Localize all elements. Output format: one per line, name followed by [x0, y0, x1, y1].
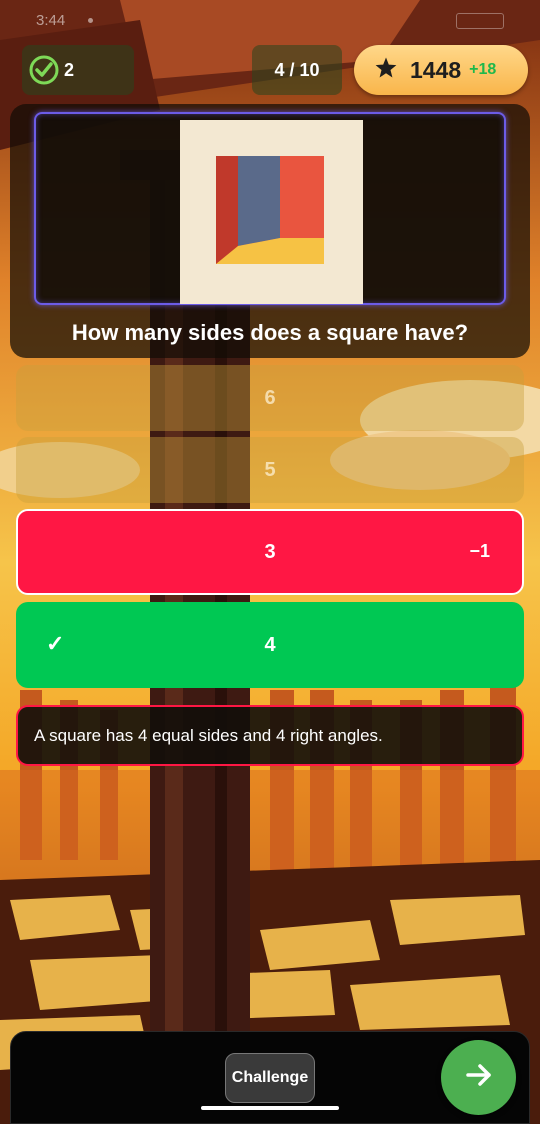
challenge-button[interactable]: Challenge: [225, 1053, 315, 1103]
answer-option-wrong[interactable]: 3 −1: [16, 509, 524, 595]
correct-count: 2: [64, 59, 75, 80]
arrow-right-icon: [463, 1059, 495, 1096]
answer-option-correct[interactable]: ✓ 4: [16, 602, 524, 688]
question-image-frame: [34, 112, 506, 305]
status-bar: 3:44: [36, 8, 504, 36]
correct-answers-counter: 2: [22, 45, 134, 95]
question-text: How many sides does a square have?: [71, 320, 469, 345]
check-circle-icon: [28, 54, 60, 86]
answer-label: 3: [264, 540, 276, 563]
answer-label: 6: [264, 386, 276, 409]
penalty-badge: −1: [469, 541, 490, 561]
question-card: How many sides does a square have?: [10, 104, 530, 358]
points-delta: +18: [469, 61, 497, 78]
status-time: 3:44: [36, 12, 66, 29]
checkmark-icon: ✓: [46, 631, 65, 656]
next-button[interactable]: [441, 1040, 516, 1115]
points-total: 1448: [410, 56, 462, 83]
answer-label: 4: [264, 633, 276, 656]
question-image: [180, 120, 363, 304]
battery-icon: [456, 13, 504, 29]
answer-option[interactable]: 6: [16, 365, 524, 431]
points-badge: 1448 +18: [354, 45, 528, 95]
explanation-box: A square has 4 equal sides and 4 right a…: [16, 705, 524, 766]
notification-dot-icon: [88, 18, 93, 23]
answer-option[interactable]: 5: [16, 437, 524, 503]
star-icon: [374, 56, 398, 85]
home-indicator[interactable]: [201, 1106, 339, 1110]
question-progress: 4 / 10: [252, 45, 342, 95]
answer-label: 5: [264, 458, 276, 481]
